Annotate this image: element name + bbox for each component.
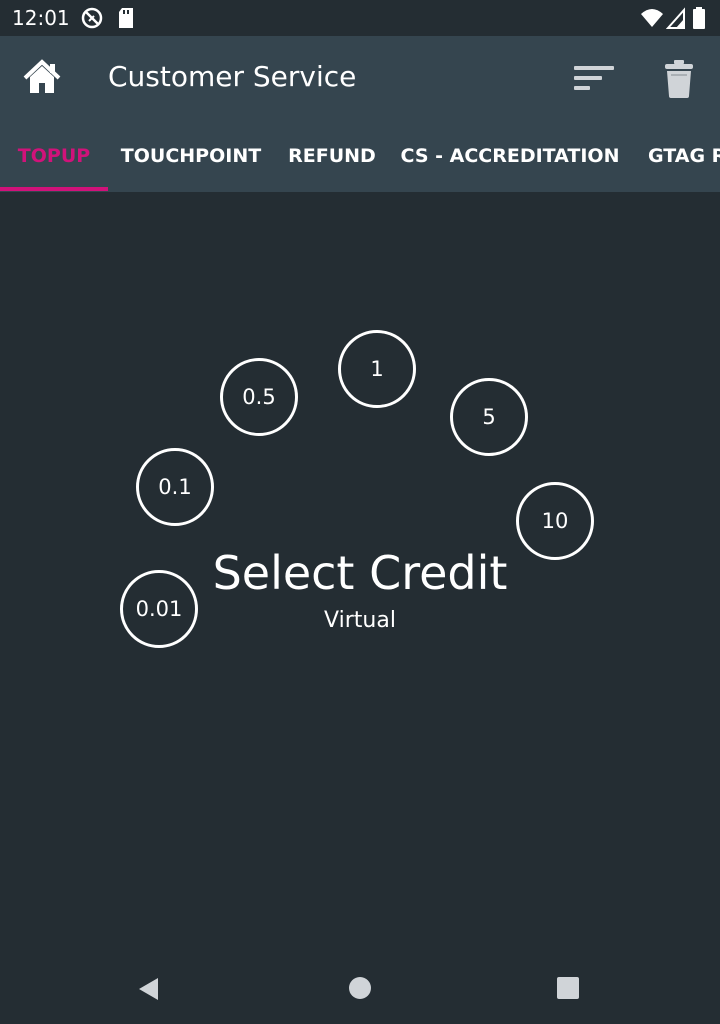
- credit-5-button[interactable]: 5: [450, 378, 528, 456]
- nav-bar: [0, 952, 720, 1024]
- status-bar: 12:01: [0, 0, 720, 36]
- sort-icon[interactable]: [572, 62, 616, 96]
- recents-icon[interactable]: [556, 976, 580, 1004]
- select-credit-subtitle: Virtual: [324, 608, 396, 633]
- sync-disabled-icon: [80, 6, 104, 34]
- sd-card-icon: [116, 6, 136, 34]
- wifi-icon: [640, 6, 664, 34]
- credit-0-5-button[interactable]: 0.5: [220, 358, 298, 436]
- tab-touchpoint[interactable]: TOUCHPOINT: [108, 120, 274, 192]
- tab-topup[interactable]: TOPUP: [0, 120, 108, 192]
- signal-icon: [665, 6, 686, 34]
- tab-gtag[interactable]: GTAG R: [630, 120, 720, 192]
- home-icon[interactable]: [22, 58, 62, 98]
- active-tab-indicator: [0, 187, 108, 191]
- status-time: 12:01: [12, 6, 70, 30]
- tab-cs-accreditation[interactable]: CS - ACCREDITATION: [390, 120, 630, 192]
- tab-refund[interactable]: REFUND: [274, 120, 390, 192]
- trash-icon[interactable]: [662, 58, 696, 100]
- app-bar: Customer Service: [0, 36, 720, 120]
- battery-icon: [692, 6, 706, 34]
- credit-0-1-button[interactable]: 0.1: [136, 448, 214, 526]
- back-icon[interactable]: [136, 976, 162, 1006]
- home-circle-icon[interactable]: [348, 976, 372, 1004]
- credit-1-button[interactable]: 1: [338, 330, 416, 408]
- app-title: Customer Service: [108, 60, 357, 93]
- tab-bar: TOPUP TOUCHPOINT REFUND CS - ACCREDITATI…: [0, 120, 720, 192]
- select-credit-title: Select Credit: [212, 546, 508, 600]
